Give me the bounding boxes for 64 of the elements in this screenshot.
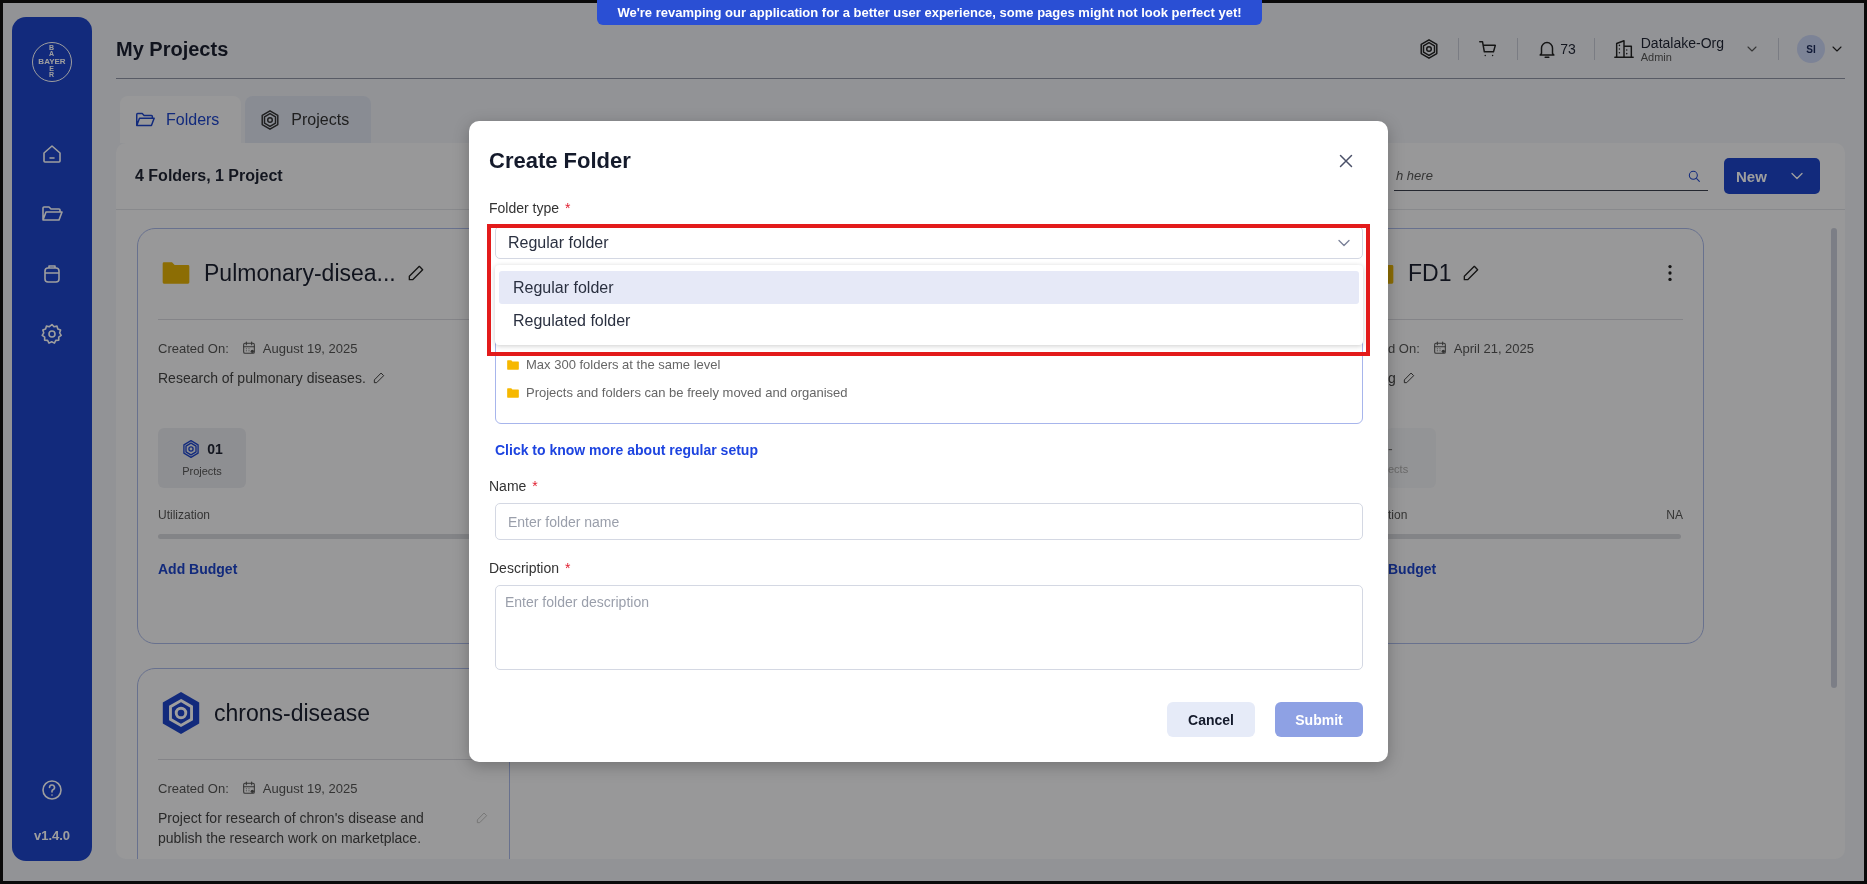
info-text: Max 300 folders at the same level [526,356,721,374]
page-title: My Projects [116,37,229,61]
calendar-icon [1431,340,1448,356]
folder-icon [506,358,520,372]
stat-label: Projects [182,465,222,477]
pencil-icon[interactable] [371,371,386,385]
org-role: Admin [1640,51,1673,63]
tab[interactable]: Projects [245,96,372,143]
dropdown-option[interactable]: Regulated folder [499,304,1359,337]
field-label: Description [489,559,560,577]
avatar[interactable]: SI [1797,35,1825,63]
notification-count: 73 [1560,41,1576,57]
org-name: Datalake-Org [1640,35,1724,51]
created-label: d On: [1388,340,1420,356]
required-mark: * [565,199,571,217]
card-title: Pulmonary-disea... [204,259,396,287]
hexagon-gear-icon [181,439,202,459]
folder-icon [506,386,520,400]
version-label: v1.4.0 [33,828,71,843]
add-budget-link[interactable]: Add Budget [158,561,238,577]
new-button[interactable]: New [1724,158,1820,194]
tab[interactable]: Folders [120,96,242,143]
calendar-icon [240,340,257,356]
home-icon[interactable] [40,142,64,166]
utilization-value: NA [1666,508,1683,522]
cancel-button[interactable]: Cancel [1167,702,1255,737]
folder-count: 4 Folders, 1 Project [135,167,283,185]
field-label: Name [489,477,527,495]
utilization-label: Utilization [158,508,211,522]
required-mark: * [565,559,571,577]
scrollbar[interactable] [1831,228,1837,688]
description-field[interactable]: Enter folder description [495,585,1363,670]
setup-link[interactable]: Click to know more about regular setup [495,442,1363,458]
name-field[interactable]: Enter folder name [495,503,1363,540]
card-description: Project for research of chron's disease and publish the research work on marketplace. [158,809,425,848]
info-text: Projects and folders can be freely moved and organised [526,384,848,402]
created-date: August 19, 2025 [262,340,358,356]
calendar-icon [240,780,257,796]
required-mark: * [532,477,538,495]
search-icon[interactable] [1686,168,1702,184]
search-field[interactable]: h here [1394,161,1708,191]
building-icon [1612,38,1635,60]
card-title: chrons-disease [214,699,370,727]
stat-value: 01 [207,441,223,457]
created-label: Created On: [158,340,229,356]
created-date: August 19, 2025 [262,780,358,796]
notice-banner: We're revamping our application for a better user experience, some pages might not look perfect yet! [597,0,1262,25]
pencil-icon[interactable] [1401,371,1416,385]
dropdown-option[interactable]: Regular folder [499,271,1359,304]
utilization-label: tion [1388,508,1408,522]
created-date: April 21, 2025 [1453,340,1535,356]
card-title: FD1 [1408,259,1452,287]
card-description: Research of pulmonary diseases. [158,369,366,388]
settings-icon[interactable] [40,322,64,346]
add-budget-link[interactable]: Budget [1388,561,1437,577]
hexagon-gear-icon[interactable] [1418,38,1441,60]
help-icon[interactable] [40,778,64,802]
hexagon-gear-icon [259,108,282,131]
stat-value: - [1388,441,1393,457]
logo-text: BAYER [37,57,67,66]
created-label: Created On: [158,780,229,796]
card-description: g [1388,369,1396,388]
dialog-title: Create Folder [489,148,631,174]
field-label: Folder type [489,199,560,217]
